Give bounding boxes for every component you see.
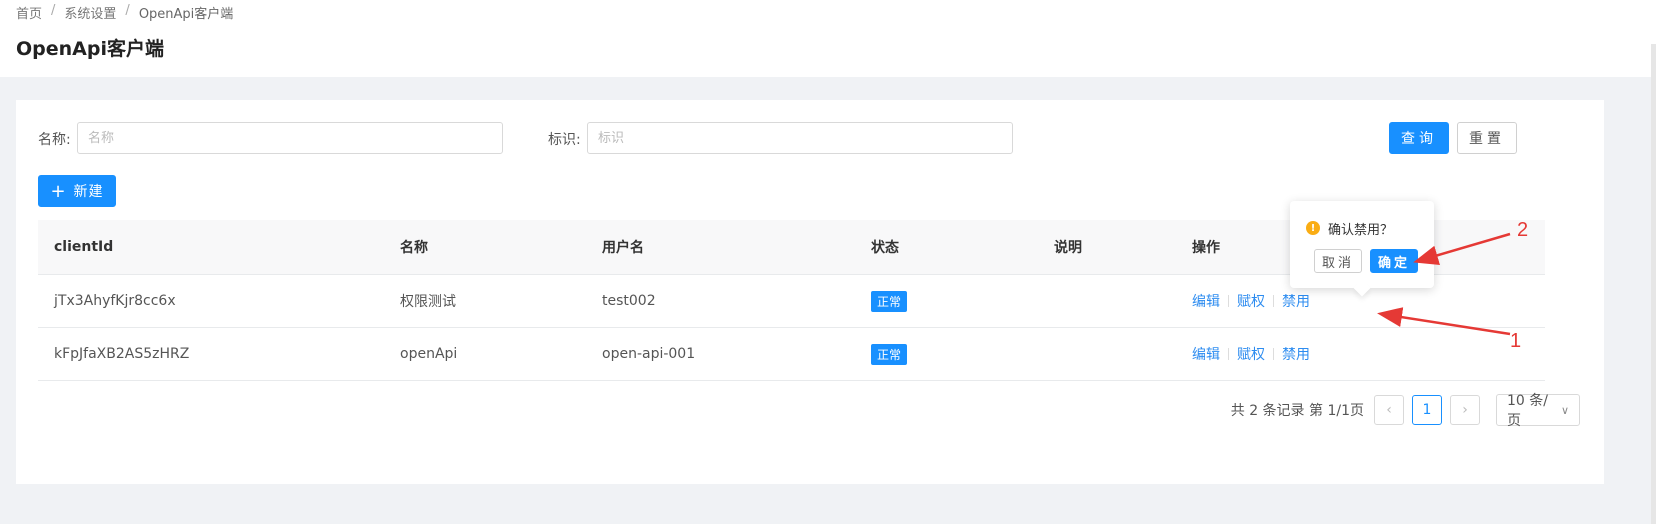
annotation-number-1: 1 — [1510, 330, 1522, 352]
arrow-to-confirm — [1413, 232, 1511, 265]
annotation-arrows — [1377, 232, 1511, 336]
arrow-to-disable — [1377, 307, 1511, 336]
annotation-number-2: 2 — [1517, 219, 1529, 241]
